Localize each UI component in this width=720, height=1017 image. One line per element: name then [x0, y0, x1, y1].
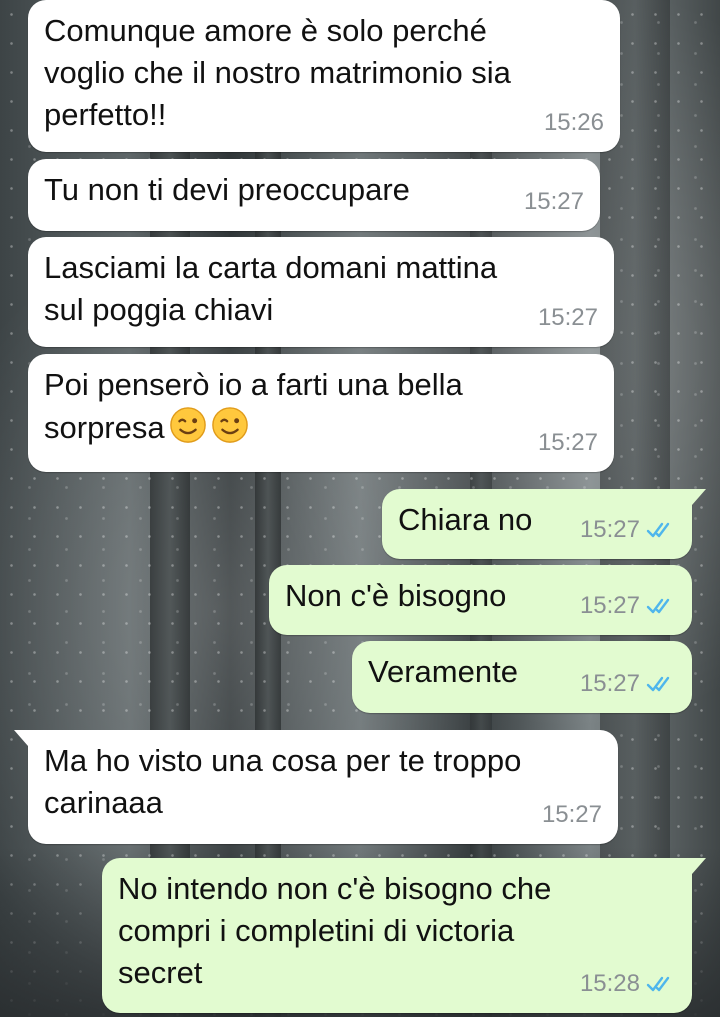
incoming-message[interactable]: Poi penserò io a farti una bella sorpres… [28, 354, 614, 472]
outgoing-message[interactable]: Chiara no 15:27 [382, 489, 706, 559]
outgoing-message[interactable]: Non c'è bisogno 15:27 [269, 565, 692, 635]
double-check-icon [646, 676, 670, 692]
message-text: Ma ho visto una cosa per te troppo carin… [44, 743, 522, 820]
message-time: 15:28 [579, 970, 640, 997]
incoming-message[interactable]: Ma ho visto una cosa per te troppo carin… [14, 730, 618, 844]
message-time: 15:26 [543, 109, 604, 136]
double-check-icon [646, 598, 670, 614]
message-time: 15:27 [579, 670, 640, 697]
double-check-icon [646, 522, 670, 538]
emoji-group [165, 407, 249, 445]
message-time: 15:27 [537, 429, 598, 456]
message-text: Tu non ti devi preoccupare [44, 172, 410, 207]
message-time: 15:27 [523, 188, 584, 215]
message-text: Comunque amore è solo perché voglio che … [44, 13, 511, 132]
outgoing-message[interactable]: No intendo non c'è bisogno che compri i … [102, 858, 706, 1013]
winking-face-emoji [169, 407, 206, 443]
double-check-icon [646, 976, 670, 992]
incoming-message[interactable]: Lasciami la carta domani mattina sul pog… [28, 237, 614, 347]
message-time: 15:27 [579, 516, 640, 543]
message-time: 15:27 [541, 801, 602, 828]
message-text: Poi penserò io a farti una bella sorpres… [44, 367, 463, 445]
winking-face-emoji [211, 407, 248, 443]
message-time: 15:27 [537, 304, 598, 331]
message-text: Lasciami la carta domani mattina sul pog… [44, 250, 498, 327]
message-time: 15:27 [579, 592, 640, 619]
outgoing-message[interactable]: Veramente 15:27 [352, 641, 692, 713]
incoming-message[interactable]: Tu non ti devi preoccupare 15:27 [28, 159, 600, 231]
incoming-message[interactable]: Comunque amore è solo perché voglio che … [28, 0, 620, 152]
